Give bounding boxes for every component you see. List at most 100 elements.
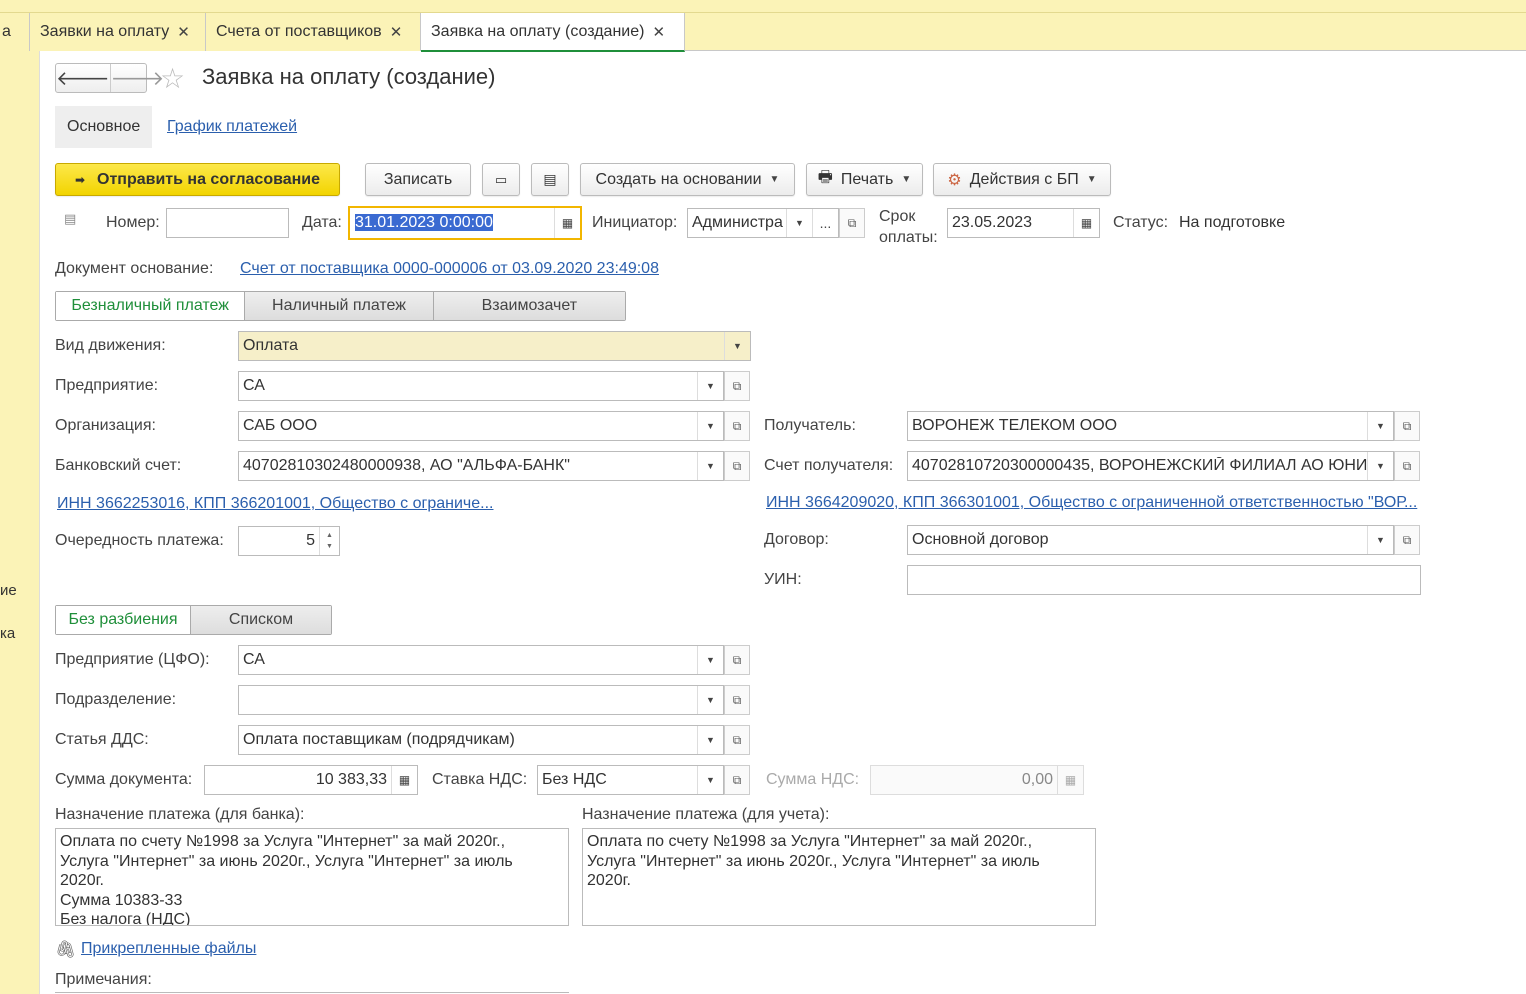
payment-type-offset[interactable]: Взаимозачет bbox=[432, 292, 625, 320]
close-icon[interactable]: ✕ bbox=[652, 23, 665, 41]
dds-label: Статья ДДС: bbox=[55, 731, 149, 748]
contract-select[interactable]: Основной договор ▼ bbox=[907, 525, 1394, 555]
split-list[interactable]: Списком bbox=[190, 606, 331, 634]
org-inn-link[interactable]: ИНН 3662253016, КПП 366201001, Общество … bbox=[57, 495, 493, 513]
input-value: САБ ООО bbox=[243, 417, 318, 434]
payment-type-cashless[interactable]: Безналичный платеж bbox=[56, 292, 245, 320]
send-approval-button[interactable]: ➡ Отправить на согласование bbox=[55, 163, 340, 196]
cfo-select[interactable]: СА ▼ bbox=[238, 645, 724, 675]
open-icon[interactable]: ⧉ bbox=[724, 451, 750, 481]
chevron-down-icon[interactable]: ▼ bbox=[724, 332, 750, 360]
open-icon[interactable]: ⧉ bbox=[1394, 411, 1420, 441]
history-nav: 🡐 🡒 bbox=[55, 63, 164, 93]
open-icon[interactable]: ⧉ bbox=[724, 645, 750, 675]
number-input[interactable] bbox=[166, 208, 289, 238]
print-button[interactable]: 🖶 Печать ▼ bbox=[806, 163, 923, 196]
subtab-main[interactable]: Основное bbox=[55, 106, 153, 148]
calendar-icon[interactable]: ▦ bbox=[554, 208, 580, 238]
open-icon[interactable]: ⧉ bbox=[839, 208, 865, 238]
stepper-arrows-icon[interactable]: ▲ ▼ bbox=[319, 527, 339, 555]
button-label: Отправить на согласование bbox=[97, 170, 321, 188]
subtab-schedule[interactable]: График платежей bbox=[167, 118, 297, 136]
priority-stepper[interactable]: 5 ▲ ▼ bbox=[238, 526, 340, 556]
bank-select[interactable]: 40702810302480000938, АО "АЛЬФА-БАНК" ▼ bbox=[238, 451, 724, 481]
sum-input[interactable]: 10 383,33 ▦ bbox=[204, 765, 418, 795]
tab-supplier-invoices[interactable]: Счета от поставщиков ✕ bbox=[206, 13, 421, 51]
left-panel-item[interactable]: ие bbox=[0, 582, 17, 599]
input-value: Основной договор bbox=[912, 531, 1049, 548]
back-arrow-icon[interactable]: 🡐 bbox=[56, 64, 110, 92]
recipient-inn-link[interactable]: ИНН 3664209020, КПП 366301001, Общество … bbox=[766, 494, 1417, 512]
chevron-down-icon[interactable]: ▼ bbox=[786, 209, 812, 237]
org-select[interactable]: САБ ООО ▼ bbox=[238, 411, 724, 441]
number-label: Номер: bbox=[106, 214, 160, 231]
chevron-down-icon[interactable]: ▼ bbox=[697, 646, 723, 674]
dept-label: Подразделение: bbox=[55, 691, 177, 708]
bp-actions-button[interactable]: ⚙ Действия с БП ▼ bbox=[933, 163, 1111, 196]
chevron-down-icon[interactable]: ▼ bbox=[1367, 412, 1393, 440]
priority-label: Очередность платежа: bbox=[55, 532, 224, 549]
vat-rate-select[interactable]: Без НДС ▼ bbox=[537, 765, 724, 795]
create-based-button[interactable]: Создать на основании ▼ bbox=[580, 163, 795, 196]
basis-link[interactable]: Счет от поставщика 0000-000006 от 03.09.… bbox=[240, 260, 659, 278]
tab-label: а bbox=[2, 23, 11, 40]
chevron-down-icon[interactable]: ▼ bbox=[1367, 526, 1393, 554]
page-title: Заявка на оплату (создание) bbox=[202, 64, 496, 89]
purpose-acc-textarea[interactable]: Оплата по счету №1998 за Услуга "Интерне… bbox=[582, 828, 1096, 926]
purpose-bank-label: Назначение платежа (для банка): bbox=[55, 806, 305, 823]
due-date-input[interactable]: 23.05.2023 ▦ bbox=[947, 208, 1100, 238]
chevron-down-icon[interactable]: ▼ bbox=[697, 766, 723, 794]
recipient-select[interactable]: ВОРОНЕЖ ТЕЛЕКОМ ООО ▼ bbox=[907, 411, 1394, 441]
input-value: 40702810720300000435, ВОРОНЕЖСКИЙ ФИЛИАЛ… bbox=[912, 457, 1367, 474]
payment-type-cash[interactable]: Наличный платеж bbox=[244, 292, 433, 320]
chevron-down-icon[interactable]: ▼ bbox=[697, 686, 723, 714]
chevron-down-icon[interactable]: ▼ bbox=[697, 412, 723, 440]
chevron-down-icon[interactable]: ▼ bbox=[1367, 452, 1393, 480]
open-icon[interactable]: ⧉ bbox=[724, 725, 750, 755]
post-icon-button[interactable]: ▭ bbox=[482, 163, 520, 196]
paperclip-icon: 🖇 bbox=[55, 940, 77, 959]
movement-select[interactable]: Оплата ▼ bbox=[238, 331, 751, 361]
date-input[interactable]: 31.01.2023 0:00:00 ▦ bbox=[348, 206, 582, 240]
report-icon-button[interactable]: ▤ bbox=[531, 163, 569, 196]
forward-arrow-icon[interactable]: 🡒 bbox=[109, 64, 164, 92]
calendar-icon[interactable]: ▦ bbox=[1073, 209, 1099, 237]
enterprise-label: Предприятие: bbox=[55, 377, 159, 394]
input-value: 40702810302480000938, АО "АЛЬФА-БАНК" bbox=[243, 457, 570, 474]
calculator-icon[interactable]: ▦ bbox=[391, 766, 417, 794]
payment-type-switch: Безналичный платеж Наличный платеж Взаим… bbox=[55, 291, 626, 321]
tab-hidden[interactable]: а bbox=[0, 13, 30, 51]
bank-label: Банковский счет: bbox=[55, 457, 182, 474]
open-icon[interactable]: ⧉ bbox=[724, 685, 750, 715]
open-icon[interactable]: ⧉ bbox=[724, 411, 750, 441]
movement-label: Вид движения: bbox=[55, 337, 166, 354]
chevron-down-icon[interactable]: ▼ bbox=[697, 372, 723, 400]
save-button[interactable]: Записать bbox=[365, 163, 471, 196]
split-none[interactable]: Без разбиения bbox=[56, 606, 191, 634]
open-icon[interactable]: ⧉ bbox=[724, 765, 750, 795]
initiator-select[interactable]: Администра ▼ ... bbox=[687, 208, 839, 238]
chevron-down-icon[interactable]: ▼ bbox=[697, 726, 723, 754]
recipient-account-select[interactable]: 40702810720300000435, ВОРОНЕЖСКИЙ ФИЛИАЛ… bbox=[907, 451, 1394, 481]
more-button[interactable]: ... bbox=[812, 209, 838, 237]
dds-select[interactable]: Оплата поставщикам (подрядчикам) ▼ bbox=[238, 725, 724, 755]
open-icon[interactable]: ⧉ bbox=[1394, 525, 1420, 555]
open-icon[interactable]: ⧉ bbox=[724, 371, 750, 401]
dept-select[interactable]: ▼ bbox=[238, 685, 724, 715]
favorite-star-icon[interactable]: ☆ bbox=[160, 62, 185, 95]
left-panel-item[interactable]: ка bbox=[0, 625, 15, 642]
close-icon[interactable]: ✕ bbox=[177, 23, 190, 41]
tab-payment-requests[interactable]: Заявки на оплату ✕ bbox=[30, 13, 206, 51]
chevron-down-icon[interactable]: ▼ bbox=[697, 452, 723, 480]
button-label: Печать bbox=[840, 170, 894, 188]
comment-icon[interactable]: ▤ bbox=[64, 211, 76, 227]
attached-files-link[interactable]: Прикрепленные файлы bbox=[81, 940, 256, 958]
chevron-down-icon: ▼ bbox=[769, 174, 780, 185]
open-icon[interactable]: ⧉ bbox=[1394, 451, 1420, 481]
purpose-bank-textarea[interactable]: Оплата по счету №1998 за Услуга "Интерне… bbox=[55, 828, 569, 926]
close-icon[interactable]: ✕ bbox=[390, 23, 403, 41]
tab-payment-request-create[interactable]: Заявка на оплату (создание) ✕ bbox=[421, 13, 685, 52]
initiator-label: Инициатор: bbox=[592, 214, 678, 231]
uin-input[interactable] bbox=[907, 565, 1421, 595]
enterprise-select[interactable]: СА ▼ bbox=[238, 371, 724, 401]
